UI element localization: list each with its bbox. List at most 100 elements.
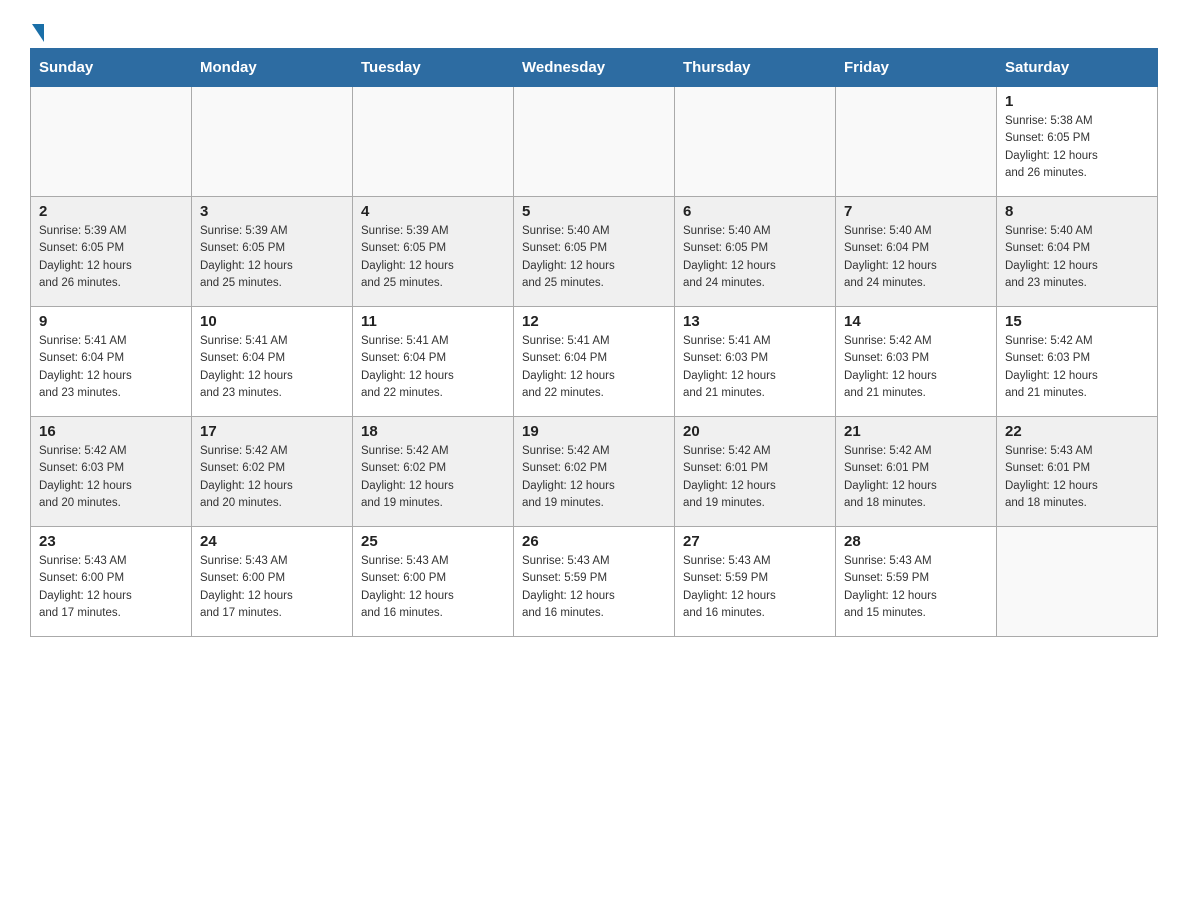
day-info: Sunrise: 5:43 AM Sunset: 5:59 PM Dayligh… xyxy=(844,553,988,622)
calendar-cell: 8 Sunrise: 5:40 AM Sunset: 6:04 PM Daylig… xyxy=(997,197,1158,307)
logo-arrow-icon xyxy=(32,24,44,42)
day-info: Sunrise: 5:43 AM Sunset: 5:59 PM Dayligh… xyxy=(522,553,666,622)
calendar-cell: 12 Sunrise: 5:41 AM Sunset: 6:04 PM Dayli… xyxy=(514,307,675,417)
day-number: 25 xyxy=(361,533,505,550)
calendar-cell: 6 Sunrise: 5:40 AM Sunset: 6:05 PM Daylig… xyxy=(675,197,836,307)
calendar-week-row: 23 Sunrise: 5:43 AM Sunset: 6:00 PM Dayli… xyxy=(31,527,1158,637)
weekday-header-monday: Monday xyxy=(192,49,353,87)
calendar-cell: 23 Sunrise: 5:43 AM Sunset: 6:00 PM Dayli… xyxy=(31,527,192,637)
calendar-cell: 22 Sunrise: 5:43 AM Sunset: 6:01 PM Dayli… xyxy=(997,417,1158,527)
calendar-week-row: 16 Sunrise: 5:42 AM Sunset: 6:03 PM Dayli… xyxy=(31,417,1158,527)
day-info: Sunrise: 5:40 AM Sunset: 6:05 PM Dayligh… xyxy=(522,223,666,292)
day-info: Sunrise: 5:40 AM Sunset: 6:05 PM Dayligh… xyxy=(683,223,827,292)
weekday-header-sunday: Sunday xyxy=(31,49,192,87)
weekday-header-thursday: Thursday xyxy=(675,49,836,87)
day-number: 4 xyxy=(361,203,505,220)
day-number: 21 xyxy=(844,423,988,440)
day-number: 9 xyxy=(39,313,183,330)
day-number: 8 xyxy=(1005,203,1149,220)
day-info: Sunrise: 5:41 AM Sunset: 6:04 PM Dayligh… xyxy=(39,333,183,402)
day-number: 22 xyxy=(1005,423,1149,440)
calendar-cell xyxy=(675,87,836,197)
day-info: Sunrise: 5:41 AM Sunset: 6:04 PM Dayligh… xyxy=(361,333,505,402)
day-number: 2 xyxy=(39,203,183,220)
day-number: 6 xyxy=(683,203,827,220)
calendar-table: SundayMondayTuesdayWednesdayThursdayFrid… xyxy=(30,48,1158,637)
weekday-header-friday: Friday xyxy=(836,49,997,87)
day-info: Sunrise: 5:40 AM Sunset: 6:04 PM Dayligh… xyxy=(844,223,988,292)
day-number: 17 xyxy=(200,423,344,440)
day-info: Sunrise: 5:43 AM Sunset: 6:00 PM Dayligh… xyxy=(39,553,183,622)
calendar-cell xyxy=(31,87,192,197)
day-number: 5 xyxy=(522,203,666,220)
calendar-cell: 1Sunrise: 5:38 AM Sunset: 6:05 PM Daylig… xyxy=(997,87,1158,197)
day-info: Sunrise: 5:42 AM Sunset: 6:03 PM Dayligh… xyxy=(39,443,183,512)
day-number: 12 xyxy=(522,313,666,330)
calendar-cell xyxy=(353,87,514,197)
day-info: Sunrise: 5:42 AM Sunset: 6:03 PM Dayligh… xyxy=(844,333,988,402)
calendar-week-row: 9 Sunrise: 5:41 AM Sunset: 6:04 PM Daylig… xyxy=(31,307,1158,417)
weekday-header-saturday: Saturday xyxy=(997,49,1158,87)
calendar-cell: 28 Sunrise: 5:43 AM Sunset: 5:59 PM Dayli… xyxy=(836,527,997,637)
calendar-week-row: 2 Sunrise: 5:39 AM Sunset: 6:05 PM Daylig… xyxy=(31,197,1158,307)
day-info: Sunrise: 5:39 AM Sunset: 6:05 PM Dayligh… xyxy=(200,223,344,292)
day-info: Sunrise: 5:43 AM Sunset: 6:01 PM Dayligh… xyxy=(1005,443,1149,512)
day-info: Sunrise: 5:41 AM Sunset: 6:04 PM Dayligh… xyxy=(200,333,344,402)
day-info: Sunrise: 5:39 AM Sunset: 6:05 PM Dayligh… xyxy=(361,223,505,292)
day-info: Sunrise: 5:38 AM Sunset: 6:05 PM Dayligh… xyxy=(1005,113,1149,182)
day-number: 19 xyxy=(522,423,666,440)
calendar-cell: 14 Sunrise: 5:42 AM Sunset: 6:03 PM Dayli… xyxy=(836,307,997,417)
day-info: Sunrise: 5:39 AM Sunset: 6:05 PM Dayligh… xyxy=(39,223,183,292)
day-number: 28 xyxy=(844,533,988,550)
page-header xyxy=(30,20,1158,38)
day-number: 26 xyxy=(522,533,666,550)
calendar-cell: 4 Sunrise: 5:39 AM Sunset: 6:05 PM Daylig… xyxy=(353,197,514,307)
day-info: Sunrise: 5:40 AM Sunset: 6:04 PM Dayligh… xyxy=(1005,223,1149,292)
day-number: 27 xyxy=(683,533,827,550)
calendar-cell: 15Sunrise: 5:42 AM Sunset: 6:03 PM Dayli… xyxy=(997,307,1158,417)
calendar-cell: 10Sunrise: 5:41 AM Sunset: 6:04 PM Dayli… xyxy=(192,307,353,417)
day-number: 24 xyxy=(200,533,344,550)
calendar-cell: 26 Sunrise: 5:43 AM Sunset: 5:59 PM Dayli… xyxy=(514,527,675,637)
day-info: Sunrise: 5:43 AM Sunset: 6:00 PM Dayligh… xyxy=(200,553,344,622)
day-info: Sunrise: 5:43 AM Sunset: 5:59 PM Dayligh… xyxy=(683,553,827,622)
day-info: Sunrise: 5:42 AM Sunset: 6:02 PM Dayligh… xyxy=(200,443,344,512)
weekday-header-tuesday: Tuesday xyxy=(353,49,514,87)
day-info: Sunrise: 5:42 AM Sunset: 6:01 PM Dayligh… xyxy=(844,443,988,512)
calendar-week-row: 1Sunrise: 5:38 AM Sunset: 6:05 PM Daylig… xyxy=(31,87,1158,197)
calendar-cell: 9 Sunrise: 5:41 AM Sunset: 6:04 PM Daylig… xyxy=(31,307,192,417)
calendar-cell: 16 Sunrise: 5:42 AM Sunset: 6:03 PM Dayli… xyxy=(31,417,192,527)
day-number: 3 xyxy=(200,203,344,220)
calendar-cell: 21 Sunrise: 5:42 AM Sunset: 6:01 PM Dayli… xyxy=(836,417,997,527)
day-number: 20 xyxy=(683,423,827,440)
day-number: 23 xyxy=(39,533,183,550)
weekday-header-row: SundayMondayTuesdayWednesdayThursdayFrid… xyxy=(31,49,1158,87)
calendar-cell xyxy=(192,87,353,197)
calendar-cell xyxy=(997,527,1158,637)
calendar-cell xyxy=(514,87,675,197)
day-info: Sunrise: 5:43 AM Sunset: 6:00 PM Dayligh… xyxy=(361,553,505,622)
calendar-cell: 5 Sunrise: 5:40 AM Sunset: 6:05 PM Daylig… xyxy=(514,197,675,307)
calendar-cell: 17 Sunrise: 5:42 AM Sunset: 6:02 PM Dayli… xyxy=(192,417,353,527)
calendar-cell: 11 Sunrise: 5:41 AM Sunset: 6:04 PM Dayli… xyxy=(353,307,514,417)
logo xyxy=(30,20,44,38)
calendar-cell: 20 Sunrise: 5:42 AM Sunset: 6:01 PM Dayli… xyxy=(675,417,836,527)
day-info: Sunrise: 5:42 AM Sunset: 6:02 PM Dayligh… xyxy=(361,443,505,512)
calendar-cell xyxy=(836,87,997,197)
day-info: Sunrise: 5:42 AM Sunset: 6:01 PM Dayligh… xyxy=(683,443,827,512)
calendar-cell: 25 Sunrise: 5:43 AM Sunset: 6:00 PM Dayli… xyxy=(353,527,514,637)
day-info: Sunrise: 5:41 AM Sunset: 6:04 PM Dayligh… xyxy=(522,333,666,402)
calendar-cell: 2 Sunrise: 5:39 AM Sunset: 6:05 PM Daylig… xyxy=(31,197,192,307)
day-number: 13 xyxy=(683,313,827,330)
day-number: 14 xyxy=(844,313,988,330)
day-number: 11 xyxy=(361,313,505,330)
day-number: 15 xyxy=(1005,313,1149,330)
day-number: 16 xyxy=(39,423,183,440)
weekday-header-wednesday: Wednesday xyxy=(514,49,675,87)
day-number: 7 xyxy=(844,203,988,220)
day-info: Sunrise: 5:41 AM Sunset: 6:03 PM Dayligh… xyxy=(683,333,827,402)
calendar-cell: 3 Sunrise: 5:39 AM Sunset: 6:05 PM Daylig… xyxy=(192,197,353,307)
day-info: Sunrise: 5:42 AM Sunset: 6:02 PM Dayligh… xyxy=(522,443,666,512)
calendar-cell: 27 Sunrise: 5:43 AM Sunset: 5:59 PM Dayli… xyxy=(675,527,836,637)
day-number: 18 xyxy=(361,423,505,440)
